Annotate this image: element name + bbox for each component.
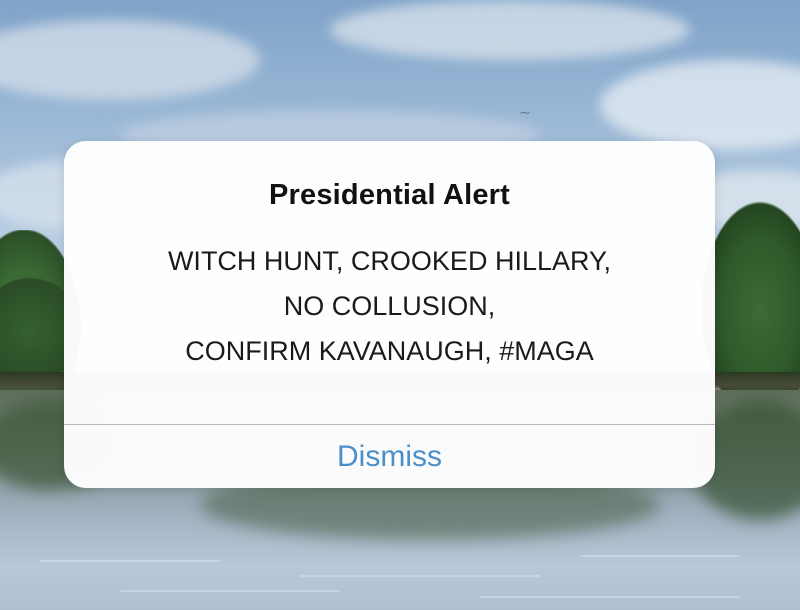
alert-message: WITCH HUNT, CROOKED HILLARY, NO COLLUSIO… [64,239,715,374]
water-ripple [580,555,740,557]
alert-message-line: CONFIRM KAVANAUGH, #MAGA [185,336,594,366]
water-ripple [120,590,340,592]
water-ripple [40,560,220,562]
alert-title: Presidential Alert [268,179,511,211]
lock-screen: ⁓ Presidential Alert WITCH HUNT, CROOKED… [0,0,800,610]
dismiss-button[interactable]: Dismiss [64,425,715,488]
cloud [0,20,260,100]
alert-message-line: NO COLLUSION, [283,291,496,321]
water-ripple [300,575,540,577]
cloud [600,60,800,150]
water-ripple [480,596,740,598]
bird-icon: ⁓ [520,108,530,119]
cloud [330,0,690,60]
wallpaper-trees-right [700,200,800,400]
presidential-alert-dialog: Presidential Alert WITCH HUNT, CROOKED H… [64,141,715,488]
alert-message-line: WITCH HUNT, CROOKED HILLARY, [167,246,612,276]
